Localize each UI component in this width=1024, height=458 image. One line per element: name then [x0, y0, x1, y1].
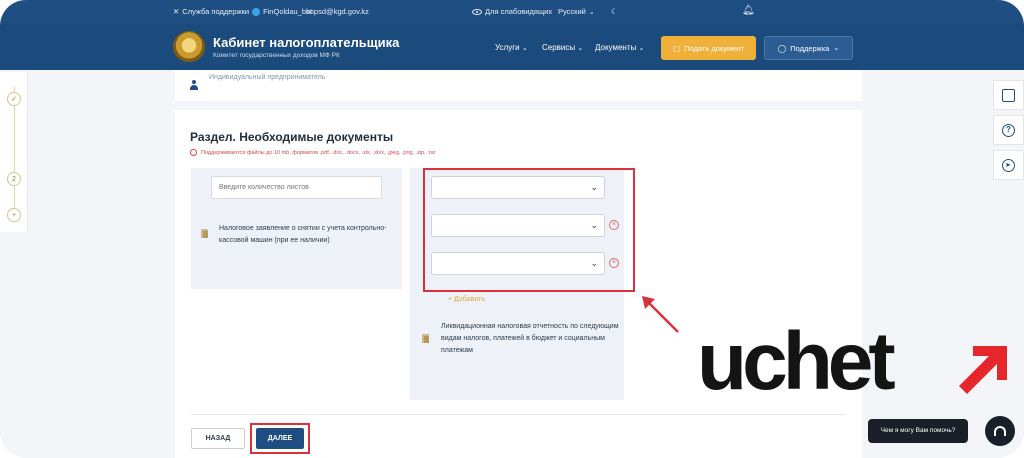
- nav-documents[interactable]: Документы ⌄: [595, 43, 644, 52]
- file-format-hint: Поддерживаются файлы до 10 mb, форматов …: [190, 149, 435, 156]
- support-email: knpsd@kgd.gov.kz: [306, 7, 369, 16]
- next-button[interactable]: ДАЛЕЕ: [256, 428, 304, 449]
- uchet-watermark: uchet: [697, 321, 891, 403]
- support-link[interactable]: ✕ Служба поддержки FinQoldau_bot: [173, 7, 312, 16]
- add-file-link[interactable]: + Добавить: [448, 296, 485, 303]
- chevron-down-icon: ⌄: [577, 45, 583, 52]
- save-tool-button[interactable]: [993, 80, 1024, 110]
- chevron-down-icon: ⌄: [589, 8, 595, 16]
- step-completed[interactable]: ✓: [7, 92, 21, 106]
- document-plus-icon: ▢: [673, 44, 680, 53]
- liquidation-report-label: Ликвидационная налоговая отчетность по с…: [441, 321, 619, 357]
- help-icon: ?: [1002, 124, 1015, 137]
- annotation-highlight-box: [423, 168, 635, 292]
- footer-divider: [191, 414, 846, 415]
- watermark-arrow-icon: [959, 338, 1009, 396]
- chat-icon: ◯: [778, 44, 786, 53]
- nav-services[interactable]: Услуги ⌄: [495, 43, 528, 52]
- utility-bar: ✕ Служба поддержки FinQoldau_bot knpsd@k…: [0, 0, 1024, 24]
- taxpayer-type: Индивидуальный предприниматель: [209, 74, 325, 81]
- support-button-label: Поддержка: [790, 44, 829, 53]
- chevron-down-icon: ⌄: [522, 45, 528, 52]
- check-icon: ✓: [11, 95, 17, 103]
- nav-tools[interactable]: Сервисы ⌄: [542, 43, 583, 52]
- step-next[interactable]: +: [7, 208, 21, 222]
- submit-document-label: Подать документ: [684, 44, 744, 53]
- accessibility-toggle[interactable]: Для слабовидящих: [472, 7, 552, 16]
- telegram-icon: [252, 8, 260, 16]
- chat-open-button[interactable]: [985, 416, 1015, 446]
- nav-tools-label: Сервисы: [542, 43, 575, 52]
- chevron-down-icon: ⌄: [638, 45, 644, 52]
- telegram-bot-link[interactable]: FinQoldau_bot: [263, 7, 312, 16]
- document-icon: [201, 229, 208, 238]
- notifications-button[interactable]: 🔔︎: [742, 5, 755, 16]
- theme-toggle[interactable]: ☾: [611, 7, 618, 16]
- save-icon: [1002, 89, 1015, 102]
- plus-icon: +: [12, 212, 16, 219]
- kkm-document-label: Налоговое заявление о снятии с учета кон…: [219, 223, 391, 247]
- chat-prompt-bubble[interactable]: Чем я могу Вам помочь?: [868, 419, 968, 443]
- file-format-hint-text: Поддерживаются файлы до 10 mb, форматов …: [201, 150, 435, 156]
- bell-icon: 🔔︎: [742, 5, 755, 16]
- nav-services-label: Услуги: [495, 43, 520, 52]
- back-button[interactable]: НАЗАД: [191, 428, 245, 449]
- moon-icon: ☾: [611, 7, 618, 16]
- play-icon: ▸: [1002, 159, 1015, 172]
- accessibility-label: Для слабовидящих: [485, 7, 552, 16]
- submit-document-button[interactable]: ▢ Подать документ: [661, 36, 756, 60]
- language-label: Русский: [558, 7, 586, 16]
- eye-icon: [472, 9, 482, 15]
- support-label: Служба поддержки: [182, 7, 249, 16]
- brand-subtitle: Комитет государственных доходов МФ РК: [213, 52, 340, 59]
- step-current[interactable]: 2: [7, 172, 21, 186]
- main-header: Кабинет налогоплательщика Комитет госуда…: [0, 24, 1024, 70]
- support-email-link[interactable]: knpsd@kgd.gov.kz: [306, 7, 369, 16]
- info-icon: [190, 149, 197, 156]
- headset-icon: [994, 426, 1006, 436]
- tools-icon: ✕: [173, 7, 179, 16]
- sheets-count-input[interactable]: [211, 176, 382, 199]
- support-button[interactable]: ◯ Поддержка ⌄: [764, 36, 853, 60]
- nav-documents-label: Документы: [595, 43, 636, 52]
- annotation-arrow: [638, 292, 684, 338]
- chevron-down-icon: ⌄: [833, 44, 839, 52]
- language-select[interactable]: Русский ⌄: [558, 7, 595, 16]
- section-title: Раздел. Необходимые документы: [190, 130, 393, 144]
- help-tool-button[interactable]: ?: [993, 115, 1024, 145]
- document-icon: [422, 334, 429, 343]
- person-icon: [190, 80, 198, 90]
- add-file-label: Добавить: [454, 296, 485, 303]
- brand-title: Кабинет налогоплательщика: [213, 35, 399, 50]
- emblem-logo[interactable]: [173, 31, 205, 63]
- step-number: 2: [12, 176, 16, 183]
- app-window: ✕ Служба поддержки FinQoldau_bot knpsd@k…: [0, 0, 1024, 458]
- video-tool-button[interactable]: ▸: [993, 150, 1024, 180]
